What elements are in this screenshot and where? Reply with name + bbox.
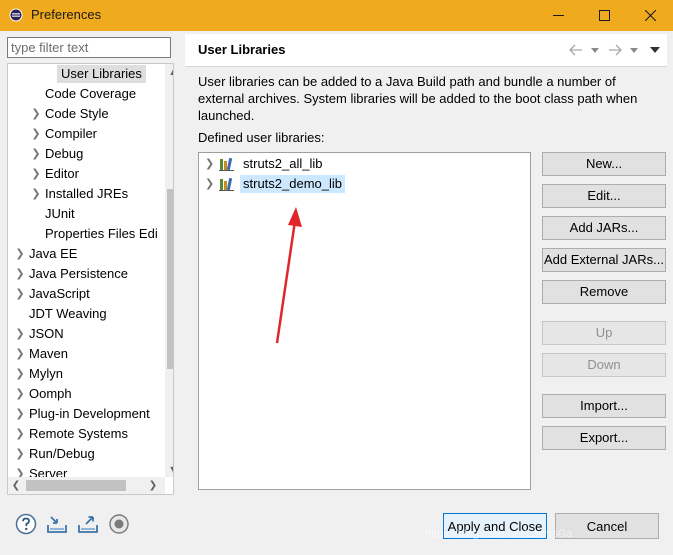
import-preferences-icon[interactable] [46,513,68,535]
scrollbar-thumb[interactable] [26,480,126,491]
watermark-text: https://blog.csdn.net/LawssGa [425,528,573,540]
tree-item-label: Maven [29,346,69,361]
eclipse-app-icon [9,8,23,22]
export-preferences-icon[interactable] [77,513,99,535]
tree-item-label: Mylyn [29,366,63,381]
minimize-button[interactable] [535,0,581,31]
close-button[interactable] [627,0,673,31]
scroll-left-icon[interactable]: ❮ [8,477,24,494]
tree-item-label: Installed JREs [45,186,129,201]
tree-item-label: Java EE [29,246,78,261]
scrollbar-thumb[interactable] [167,189,173,369]
window-title: Preferences [31,7,102,22]
tree-item-label: User Libraries [57,65,146,83]
tree-item-label: JUnit [45,206,75,221]
preferences-tree: User Libraries Code Coverage ❯ Code Styl… [7,63,174,495]
maximize-icon [598,10,610,21]
page-description: User libraries can be added to a Java Bu… [198,74,638,123]
scroll-up-icon[interactable]: ▲ [165,64,173,80]
edit-button[interactable]: Edit... [542,184,666,208]
down-button[interactable]: Down [542,353,666,377]
chevron-right-icon[interactable]: ❯ [205,155,215,173]
chevron-right-icon[interactable]: ❯ [205,175,215,193]
tree-item-label: Run/Debug [29,446,95,461]
tree-item-label: JavaScript [29,286,90,301]
add-external-jars-button[interactable]: Add External JARs... [542,248,666,272]
tree-horizontal-scrollbar[interactable]: ❮ ❯ [8,477,165,494]
defined-libraries-label: Defined user libraries: [198,130,325,145]
up-button[interactable]: Up [542,321,666,345]
import-button[interactable]: Import... [542,394,666,418]
tree-item-label: Code Coverage [45,86,137,101]
title-bar: Preferences [0,0,673,31]
library-icon [219,177,234,191]
page-title: User Libraries [198,42,286,57]
tree-vertical-scrollbar[interactable]: ▲ ▼ [165,64,173,477]
scroll-right-icon[interactable]: ❯ [145,477,161,494]
page-header: User Libraries [185,34,667,67]
remove-button[interactable]: Remove [542,280,666,304]
tree-item-label: Remote Systems [29,426,128,441]
close-icon [644,10,656,21]
add-jars-button[interactable]: Add JARs... [542,216,666,240]
new-button[interactable]: New... [542,152,666,176]
tree-item-label: JSON [29,326,64,341]
forward-arrow-icon[interactable] [607,40,623,60]
help-icon[interactable] [15,513,37,535]
library-label: struts2_all_lib [243,156,323,171]
record-icon[interactable] [108,513,130,535]
export-button[interactable]: Export... [542,426,666,450]
minimize-icon [552,15,564,16]
tree-item-label: Debug [45,146,84,161]
red-annotation-arrow-icon [275,207,302,344]
tree-item-label: JDT Weaving [29,306,107,321]
back-arrow-icon[interactable] [568,40,584,60]
library-icon [219,157,234,171]
tree-item-label: Code Style [45,106,109,121]
tree-item-label: Java Persistence [29,266,128,281]
tree-item-label: Plug-in Development [29,406,150,421]
view-menu-icon[interactable] [649,40,661,60]
filter-box [7,37,171,58]
tree-item-label: Editor [45,166,79,181]
user-libraries-list: ❯ struts2_all_lib ❯ struts2_demo_lib [198,152,531,490]
tree-item-label: Properties Files Edi [45,226,158,241]
filter-input[interactable] [11,38,161,57]
tree-item-label: Compiler [45,126,98,141]
scroll-down-icon[interactable]: ▼ [165,461,173,477]
forward-history-dropdown-icon[interactable] [629,40,639,60]
back-history-dropdown-icon[interactable] [590,40,600,60]
tree-item-label: Oomph [29,386,72,401]
library-label: struts2_demo_lib [240,175,345,193]
maximize-button[interactable] [581,0,627,31]
